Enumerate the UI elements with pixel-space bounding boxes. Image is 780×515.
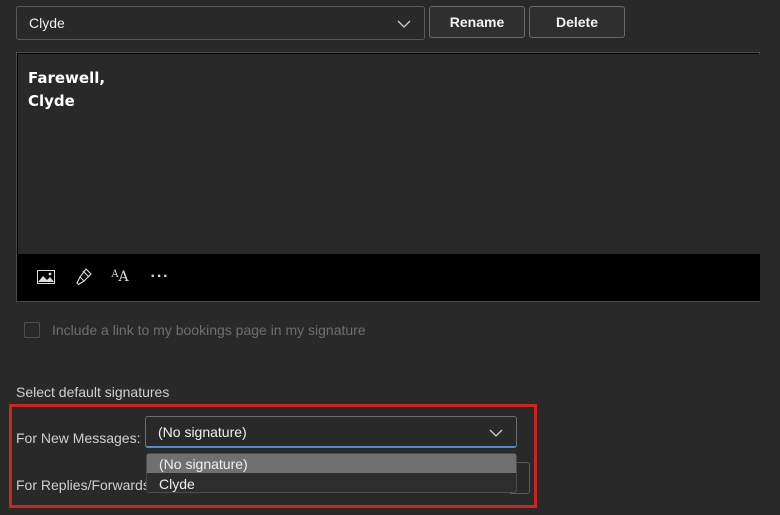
more-options-icon[interactable]: ··· [149, 266, 171, 288]
signature-select[interactable]: Clyde [16, 6, 425, 40]
dropdown-option-no-signature[interactable]: (No signature) [147, 454, 516, 473]
bookings-link-checkbox[interactable] [24, 322, 40, 338]
new-messages-label: For New Messages: [16, 430, 141, 446]
signature-editor-body[interactable]: Farewell, Clyde [18, 54, 760, 254]
signature-line-2: Clyde [28, 92, 75, 110]
editor-toolbar: AA ··· [18, 254, 760, 301]
new-messages-select-value: (No signature) [158, 423, 247, 440]
signature-dropdown-list: (No signature) Clyde [146, 453, 517, 493]
signature-select-value: Clyde [29, 15, 65, 31]
rename-button[interactable]: Rename [429, 6, 525, 38]
default-signatures-title: Select default signatures [16, 384, 170, 400]
chevron-down-icon [397, 20, 411, 28]
signature-editor: Farewell, Clyde AA ··· [16, 52, 760, 302]
format-painter-icon[interactable] [73, 266, 95, 288]
insert-image-icon[interactable] [35, 266, 57, 288]
signature-line-1: Farewell, [28, 69, 106, 87]
dropdown-option-clyde[interactable]: Clyde [147, 474, 516, 492]
delete-button[interactable]: Delete [529, 6, 625, 38]
bookings-link-label: Include a link to my bookings page in my… [52, 322, 366, 338]
replies-forwards-label: For Replies/Forwards [16, 477, 150, 493]
font-size-icon[interactable]: AA [109, 266, 131, 288]
chevron-down-icon [489, 429, 503, 437]
new-messages-select[interactable]: (No signature) [145, 416, 517, 448]
